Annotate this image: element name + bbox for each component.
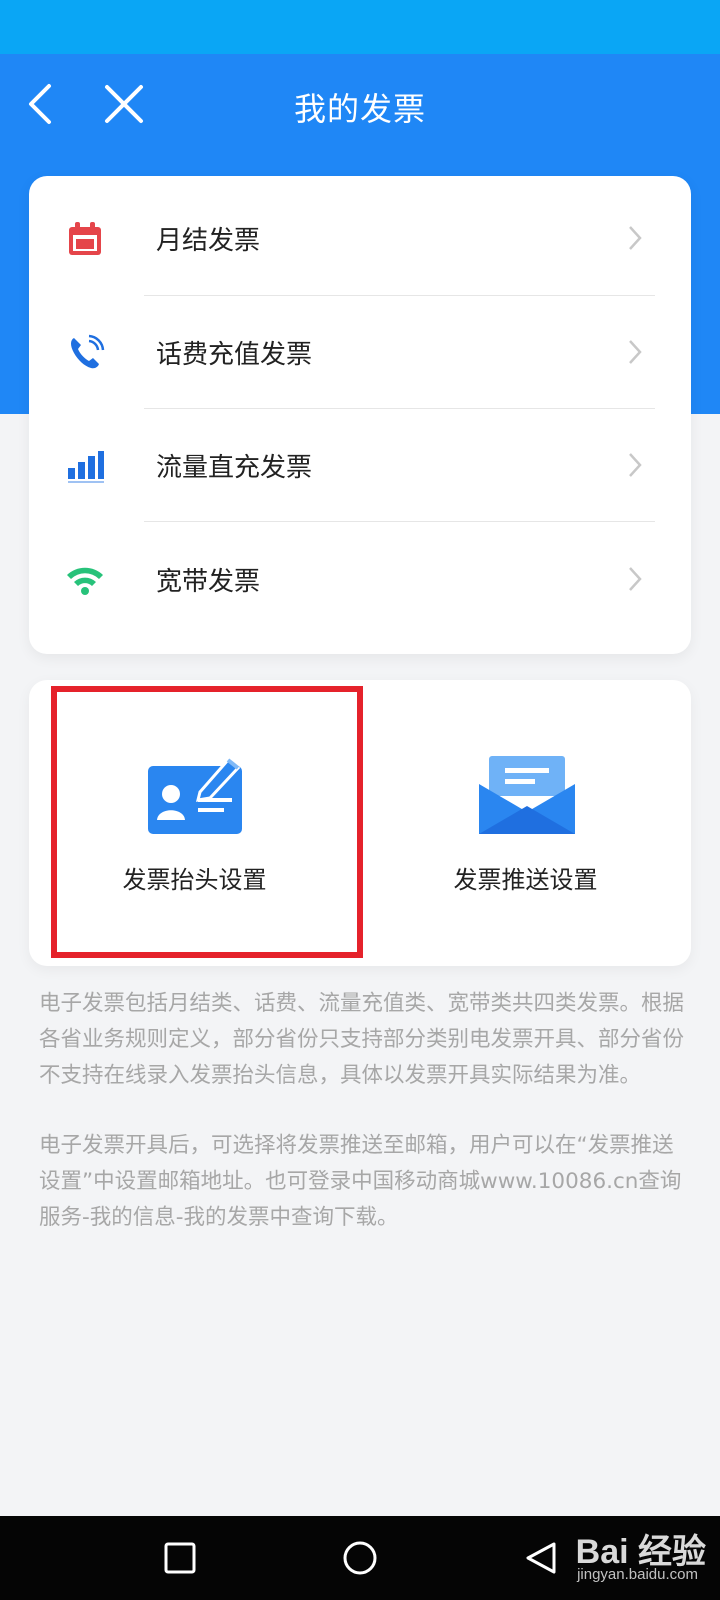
home-icon[interactable] <box>336 1534 384 1582</box>
list-item-topup-invoice[interactable]: 话费充值发票 <box>29 296 691 410</box>
note-paragraph: 电子发票开具后，可选择将发票推送至邮箱，用户可以在“发票推送设置”中设置邮箱地址… <box>39 1133 682 1230</box>
setting-label: 发票推送设置 <box>453 866 598 894</box>
invoice-type-list: 月结发票 话费充值发票 流量直充发票 宽带发票 <box>29 176 691 654</box>
invoice-push-settings-button[interactable]: 发票推送设置 <box>360 680 691 966</box>
list-item-monthly-invoice[interactable]: 月结发票 <box>29 182 691 296</box>
page-title: 我的发票 <box>293 90 426 128</box>
phone-call-icon <box>71 334 105 369</box>
status-bar <box>0 0 720 54</box>
chevron-right-icon <box>629 226 642 250</box>
top-nav-bar: 我的发票 <box>0 54 720 154</box>
wifi-icon <box>67 567 103 595</box>
invoice-title-settings-button[interactable]: 发票抬头设置 <box>29 680 360 966</box>
envelope-icon <box>479 756 575 834</box>
baidu-watermark: Bai 经验 jingyan.baidu.com <box>526 1520 706 1590</box>
divider <box>144 521 655 522</box>
signal-bars-icon <box>68 451 104 483</box>
chevron-right-icon <box>629 567 642 591</box>
chevron-right-icon <box>629 453 642 477</box>
chevron-right-icon <box>629 340 642 364</box>
list-item-label: 话费充值发票 <box>156 340 313 370</box>
list-item-label: 宽带发票 <box>156 567 261 597</box>
id-card-edit-icon <box>148 757 242 834</box>
list-item-label: 月结发票 <box>156 226 261 256</box>
setting-label: 发票抬头设置 <box>122 866 267 894</box>
list-item-label: 流量直充发票 <box>156 453 313 483</box>
list-item-data-invoice[interactable]: 流量直充发票 <box>29 409 691 523</box>
watermark-sub: jingyan.baidu.com <box>577 1566 698 1583</box>
invoice-settings-card: 发票抬头设置 发票推送设置 <box>29 680 691 966</box>
note-paragraph: 电子发票包括月结类、话费、流量充值类、宽带类共四类发票。根据各省业务规则定义，部… <box>39 991 685 1088</box>
recent-apps-icon[interactable] <box>156 1534 204 1582</box>
invoice-notes: 电子发票包括月结类、话费、流量充值类、宽带类共四类发票。根据各省业务规则定义，部… <box>39 986 689 1270</box>
list-item-broadband-invoice[interactable]: 宽带发票 <box>29 523 691 637</box>
calendar-icon <box>69 222 101 255</box>
